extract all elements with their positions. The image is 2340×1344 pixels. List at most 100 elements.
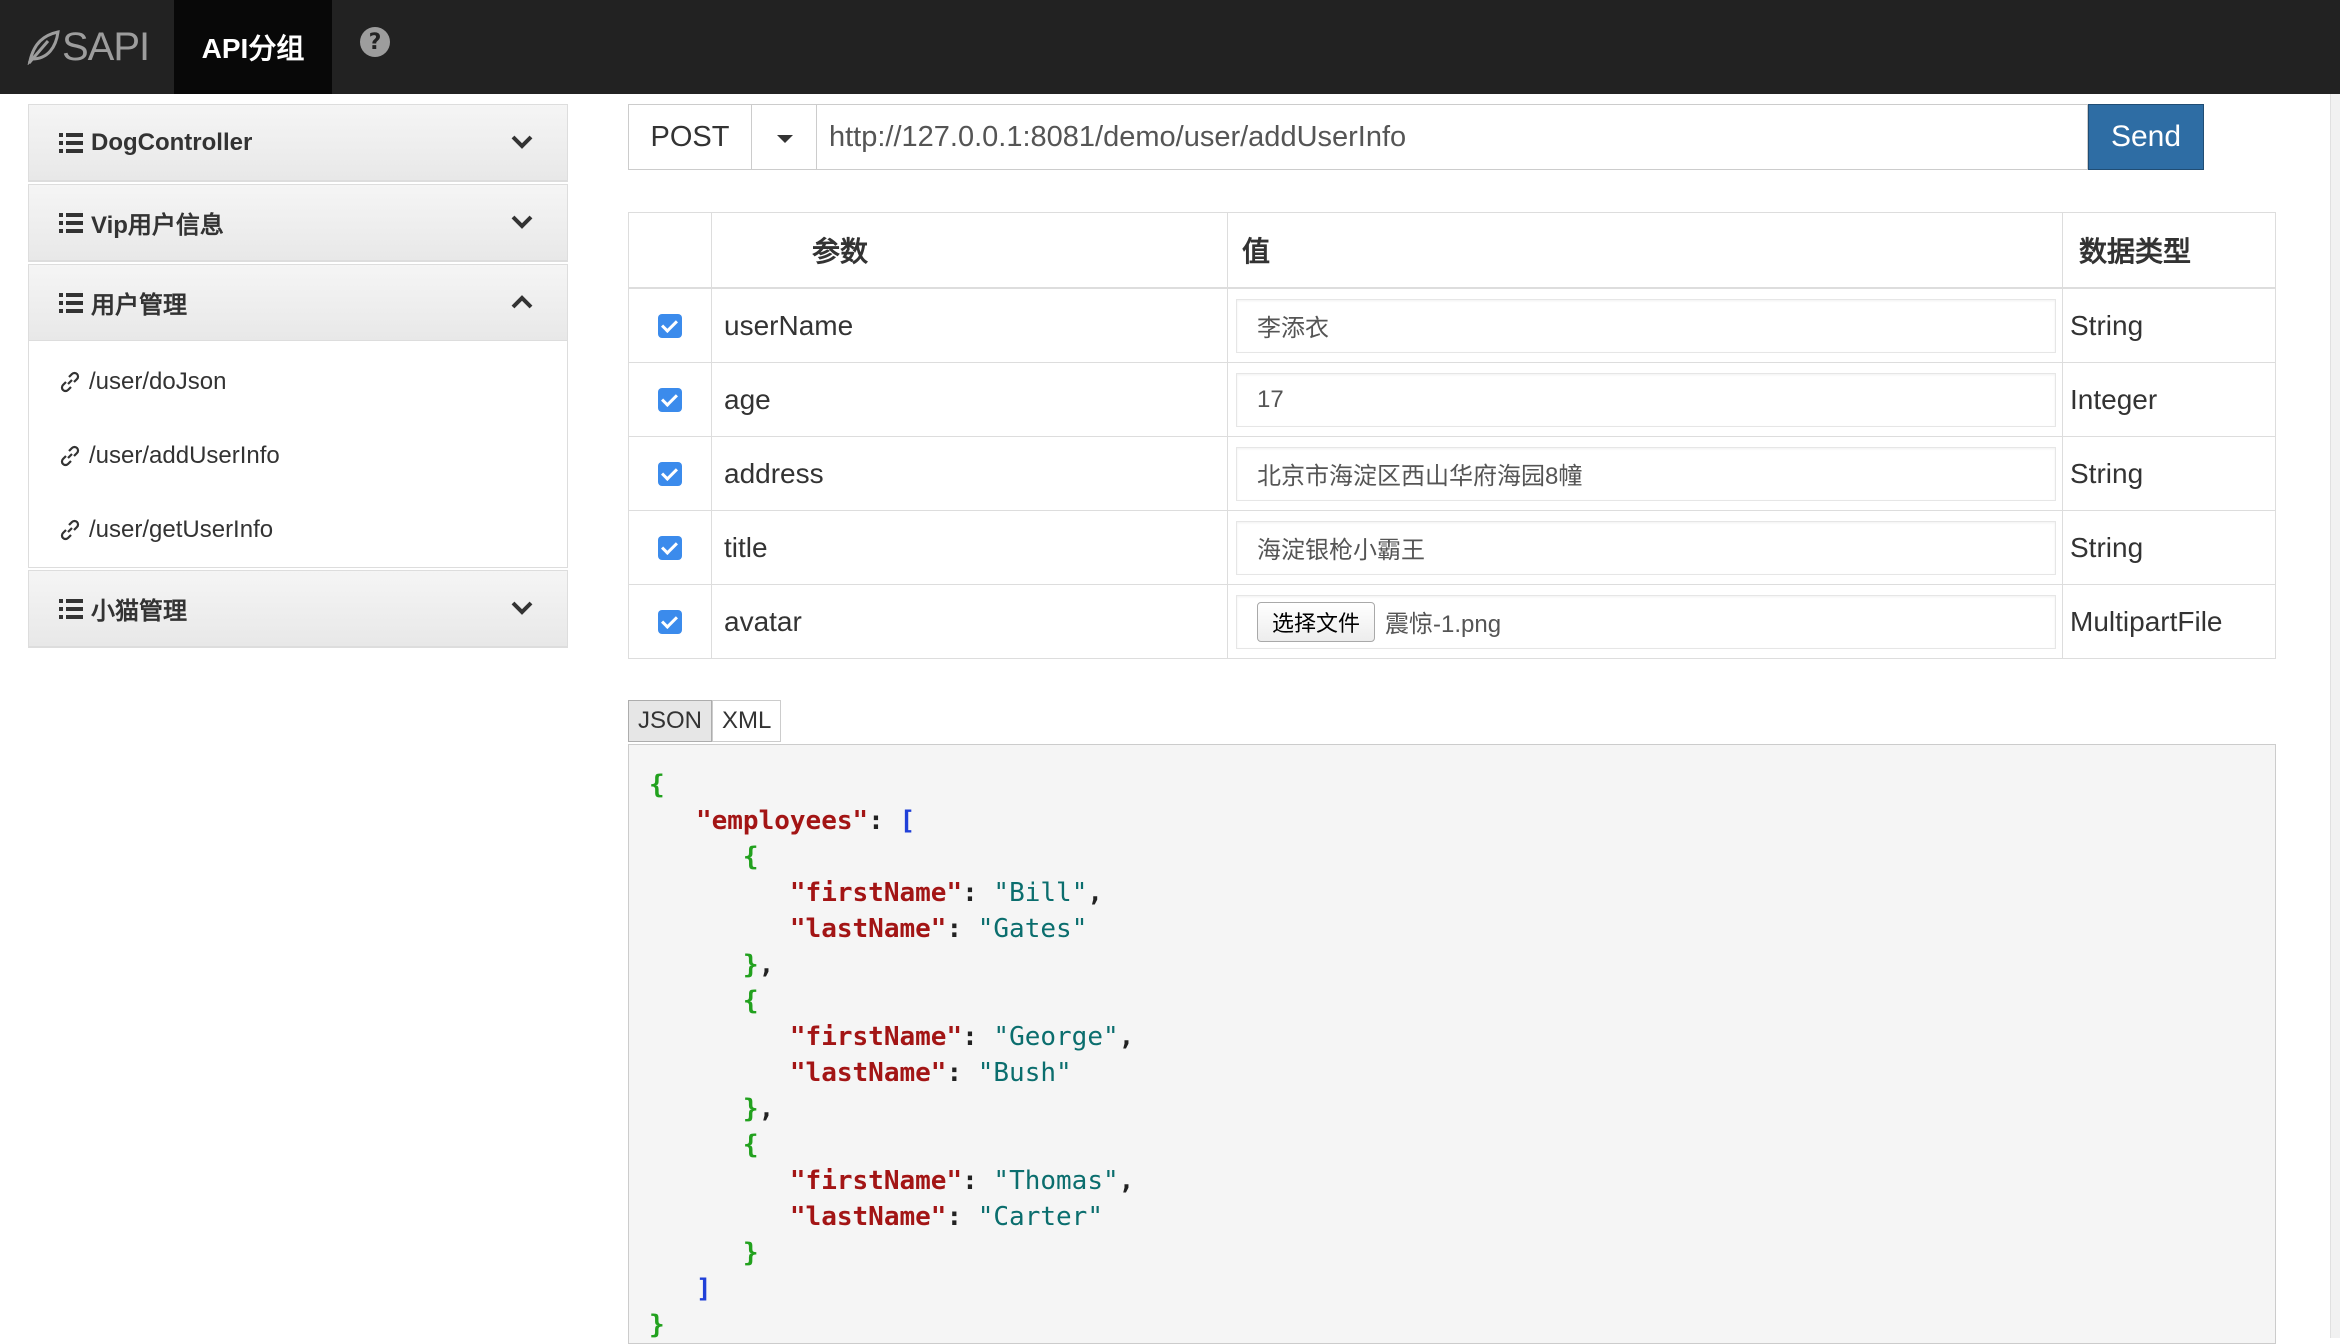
json-key: employees xyxy=(711,806,853,836)
param-checkbox[interactable] xyxy=(658,387,682,412)
group-heading[interactable]: 用户管理 xyxy=(29,265,567,341)
nav-tab-api-groups[interactable]: API分组 xyxy=(174,0,332,94)
param-row: title 海淀银枪小霸王 String xyxy=(628,510,2276,585)
params-header-row: 参数 值 数据类型 xyxy=(628,212,2276,289)
list-icon xyxy=(59,292,83,313)
route-link-adduserinfo[interactable]: /user/addUserInfo xyxy=(29,419,567,493)
param-type: String xyxy=(2062,510,2276,585)
code-line: }, xyxy=(742,950,775,980)
param-type: Integer xyxy=(2062,362,2276,437)
json-key: lastName xyxy=(805,1202,931,1232)
group-label: DogController xyxy=(91,128,253,156)
code-line: "firstName": "Thomas", xyxy=(789,1166,1135,1196)
json-value: Thomas xyxy=(1009,1166,1103,1196)
list-icon xyxy=(59,132,83,153)
brand-logo[interactable]: SAPI xyxy=(26,0,150,94)
group-label: 小猫管理 xyxy=(91,598,187,625)
chevron-down-icon[interactable] xyxy=(509,595,535,621)
code-line: "firstName": "Bill", xyxy=(789,878,1103,908)
choose-file-button[interactable]: 选择文件 xyxy=(1257,601,1376,642)
route-link-getuserinfo[interactable]: /user/getUserInfo xyxy=(29,493,567,567)
sidebar-group-vip: Vip用户信息 xyxy=(28,184,568,262)
param-value-input[interactable]: 17 xyxy=(1236,372,2056,427)
link-icon xyxy=(60,519,80,541)
param-value-input[interactable]: 海淀银枪小霸王 xyxy=(1236,520,2056,575)
json-key: lastName xyxy=(805,914,931,944)
code-line: { xyxy=(742,1130,759,1160)
top-navbar: SAPI API分组 ? xyxy=(0,0,2340,94)
route-label: /user/doJson xyxy=(89,368,227,395)
brand-name: SAPI xyxy=(62,24,150,69)
list-icon xyxy=(59,212,83,233)
header-param: 参数 xyxy=(711,212,1228,289)
chevron-down-icon[interactable] xyxy=(509,129,535,155)
param-file-input: 选择文件 震惊-1.png xyxy=(1236,594,2056,649)
param-row: userName 李添衣 String xyxy=(628,287,2276,363)
group-heading[interactable]: 小猫管理 xyxy=(29,571,567,647)
param-checkbox[interactable] xyxy=(658,609,682,634)
param-checkbox[interactable] xyxy=(658,535,682,560)
json-key: firstName xyxy=(805,1166,947,1196)
send-button[interactable]: Send xyxy=(2088,104,2204,170)
param-checkbox[interactable] xyxy=(658,461,682,486)
json-key: firstName xyxy=(805,878,947,908)
sidebar-group-cat-management: 小猫管理 xyxy=(28,570,568,648)
param-checkbox[interactable] xyxy=(658,313,682,338)
page-scrollbar[interactable] xyxy=(2330,94,2340,1338)
url-input[interactable] xyxy=(816,104,2088,170)
method-dropdown-caret-icon[interactable] xyxy=(751,104,817,170)
json-body-editor[interactable]: { "employees": [ { "firstName": "Bill", … xyxy=(628,744,2276,1344)
link-icon xyxy=(60,371,80,393)
param-value-input[interactable]: 李添衣 xyxy=(1236,298,2056,353)
sidebar-group-user-management: 用户管理 /user/doJson /user/addUserInfo /use… xyxy=(28,264,568,568)
param-row: avatar 选择文件 震惊-1.png MultipartFile xyxy=(628,584,2276,659)
param-name: title xyxy=(711,510,1228,585)
code-line: "lastName": "Gates" xyxy=(789,914,1088,944)
param-name: userName xyxy=(711,287,1228,363)
param-value-input[interactable]: 北京市海淀区西山华府海园8幢 xyxy=(1236,446,2056,501)
param-type: String xyxy=(2062,287,2276,363)
header-type: 数据类型 xyxy=(2062,212,2276,289)
list-icon xyxy=(59,598,83,619)
param-row: address 北京市海淀区西山华府海园8幢 String xyxy=(628,436,2276,511)
param-type: MultipartFile xyxy=(2062,584,2276,659)
group-heading[interactable]: Vip用户信息 xyxy=(29,185,567,261)
chevron-up-icon[interactable] xyxy=(509,289,535,315)
param-value: 17 xyxy=(1257,385,1284,413)
code-line: "firstName": "George", xyxy=(789,1022,1135,1052)
route-label: /user/getUserInfo xyxy=(89,516,274,543)
code-line: }, xyxy=(742,1094,775,1124)
json-key: firstName xyxy=(805,1022,947,1052)
group-label: 用户管理 xyxy=(91,292,187,319)
method-select[interactable]: POST xyxy=(628,104,752,170)
code-line: { xyxy=(742,986,759,1016)
tab-json[interactable]: JSON xyxy=(628,700,713,742)
tab-xml[interactable]: XML xyxy=(712,700,782,742)
param-name: address xyxy=(711,436,1228,511)
route-link-dojson[interactable]: /user/doJson xyxy=(29,345,567,419)
file-name: 震惊-1.png xyxy=(1385,611,1502,638)
param-value: 海淀银枪小霸王 xyxy=(1257,537,1425,564)
param-name: avatar xyxy=(711,584,1228,659)
json-value: Carter xyxy=(993,1202,1088,1232)
param-value: 北京市海淀区西山华府海园8幢 xyxy=(1257,463,1583,490)
param-row: age 17 Integer xyxy=(628,362,2276,437)
json-value: Gates xyxy=(993,914,1072,944)
header-check xyxy=(628,212,712,289)
chevron-down-icon[interactable] xyxy=(509,209,535,235)
header-value: 值 xyxy=(1227,212,2063,289)
json-value: George xyxy=(1009,1022,1103,1052)
link-icon xyxy=(60,445,80,467)
param-value: 李添衣 xyxy=(1257,315,1329,342)
group-label: Vip用户信息 xyxy=(91,212,224,239)
route-label: /user/addUserInfo xyxy=(89,442,280,469)
question-circle-icon[interactable]: ? xyxy=(360,27,390,57)
request-bar: POST Send xyxy=(628,104,2274,172)
sidebar-group-dogcontroller: DogController xyxy=(28,104,568,182)
leaf-icon xyxy=(27,30,60,65)
route-list: /user/doJson /user/addUserInfo /user/get… xyxy=(29,341,567,567)
code-line: "lastName": "Bush" xyxy=(789,1058,1072,1088)
code-line: "lastName": "Carter" xyxy=(789,1202,1103,1232)
group-heading[interactable]: DogController xyxy=(29,105,567,181)
param-name: age xyxy=(711,362,1228,437)
